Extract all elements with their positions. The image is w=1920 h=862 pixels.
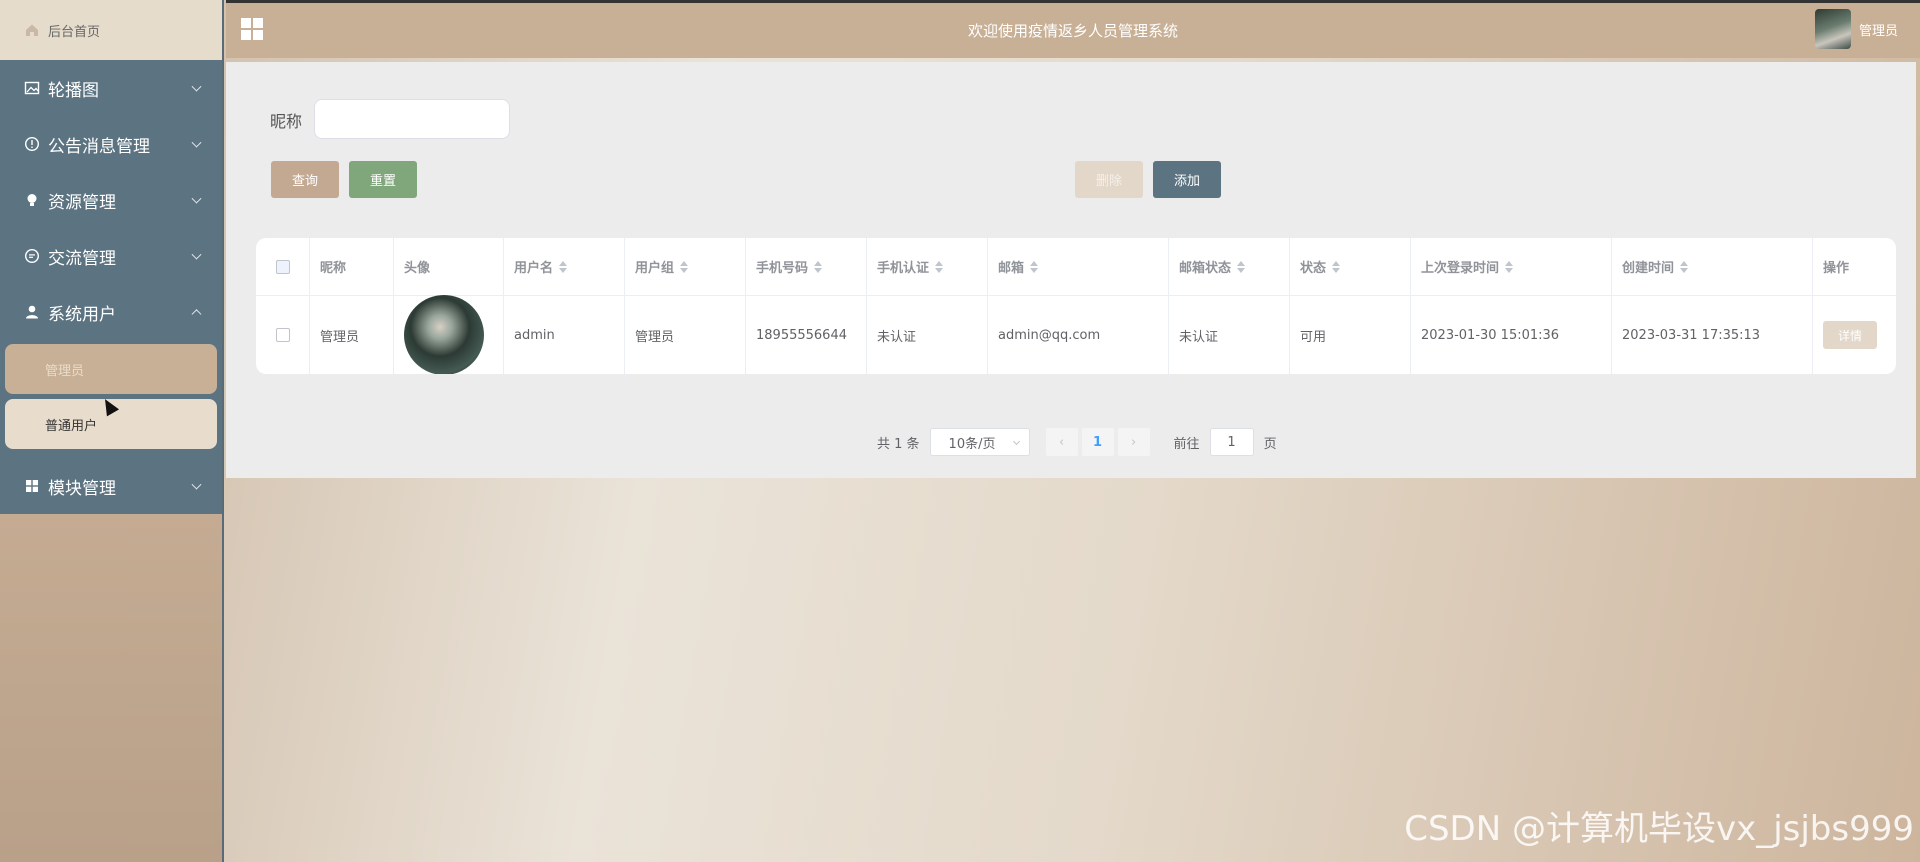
top-header: 欢迎使用疫情返乡人员管理系统 管理员	[226, 0, 1920, 58]
chat-icon	[24, 248, 40, 264]
delete-button[interactable]: 删除	[1075, 161, 1143, 198]
column-header[interactable]: 上次登录时间	[1411, 238, 1612, 295]
cell-group: 管理员	[625, 296, 746, 374]
sidebar-item-modules[interactable]: 模块管理	[0, 458, 222, 514]
sidebar-item-label: 系统用户	[48, 304, 116, 325]
sort-icon[interactable]	[1237, 260, 1246, 273]
select-all-cell	[256, 238, 310, 295]
column-header[interactable]: 用户名	[504, 238, 625, 295]
cell-username: admin	[504, 296, 625, 374]
sidebar-item-label: 轮播图	[48, 80, 99, 101]
sidebar-home-label: 后台首页	[48, 24, 101, 40]
page-number-button[interactable]: 1	[1081, 428, 1114, 456]
sidebar-item-label: 资源管理	[48, 192, 116, 213]
query-button[interactable]: 查询	[271, 161, 339, 198]
page-size-select[interactable]: 10条/页	[929, 428, 1030, 456]
column-header[interactable]: 手机认证	[867, 238, 988, 295]
users-table: 昵称 头像 用户名 用户组 手机号码 手机认证 邮箱 邮箱状态 状态 上次登录时…	[256, 238, 1896, 374]
cell-nickname: 管理员	[310, 296, 394, 374]
sidebar-item-carousel[interactable]: 轮播图	[0, 60, 222, 116]
chevron-down-icon	[191, 479, 202, 490]
watermark: CSDN @计算机毕设vx_jsjbs999	[1404, 809, 1914, 849]
page-title: 欢迎使用疫情返乡人员管理系统	[967, 22, 1178, 40]
total-count: 共 1 条	[877, 436, 920, 452]
sidebar-item-label: 公告消息管理	[48, 136, 150, 157]
column-header: 头像	[394, 238, 504, 295]
column-header[interactable]: 手机号码	[746, 238, 867, 295]
cell-email: admin@qq.com	[988, 296, 1169, 374]
chevron-down-icon	[191, 193, 202, 204]
cell-phone-verify: 未认证	[867, 296, 988, 374]
main-panel: 昵称 查询 重置 删除 添加 昵称 头像 用户名 用户组 手机号码 手机认证 邮…	[226, 62, 1916, 478]
cell-phone: 18955556644	[746, 296, 867, 374]
submenu-item-label: 普通用户	[45, 418, 98, 434]
chevron-up-icon	[191, 309, 202, 320]
cell-email-status: 未认证	[1169, 296, 1290, 374]
table-header-row: 昵称 头像 用户名 用户组 手机号码 手机认证 邮箱 邮箱状态 状态 上次登录时…	[256, 238, 1896, 296]
grid-icon	[24, 478, 40, 494]
sidebar-item-communication[interactable]: 交流管理	[0, 228, 222, 284]
cell-created: 2023-03-31 17:35:13	[1612, 296, 1813, 374]
user-menu[interactable]: 管理员	[1814, 9, 1898, 49]
sort-icon[interactable]	[559, 260, 568, 273]
column-header[interactable]: 创建时间	[1612, 238, 1813, 295]
chevron-down-icon	[191, 249, 202, 260]
reset-button[interactable]: 重置	[349, 161, 417, 198]
sort-icon[interactable]	[1332, 260, 1341, 273]
sidebar-item-resources[interactable]: 资源管理	[0, 172, 222, 228]
row-checkbox[interactable]	[275, 328, 290, 342]
username-label: 管理员	[1858, 23, 1898, 39]
info-circle-icon	[24, 136, 40, 152]
chevron-down-icon	[1012, 437, 1020, 446]
add-button[interactable]: 添加	[1153, 161, 1221, 198]
column-header: 昵称	[310, 238, 394, 295]
avatar	[1814, 9, 1851, 49]
page-buttons: ‹ 1 ›	[1045, 428, 1150, 456]
column-header[interactable]: 邮箱	[988, 238, 1169, 295]
sidebar: 后台首页 轮播图 公告消息管理 资源管理 交流管理 系统用户 管理员 普通用户 …	[0, 0, 224, 862]
detail-button[interactable]: 详情	[1823, 321, 1877, 349]
home-icon	[24, 22, 40, 38]
user-icon	[24, 304, 40, 320]
column-header[interactable]: 用户组	[625, 238, 746, 295]
sidebar-item-announcements[interactable]: 公告消息管理	[0, 116, 222, 172]
sort-icon[interactable]	[814, 260, 823, 273]
table-row: 管理员 admin 管理员 18955556644 未认证 admin@qq.c…	[256, 295, 1896, 374]
column-header[interactable]: 邮箱状态	[1169, 238, 1290, 295]
submenu-item-admin[interactable]: 管理员	[5, 344, 217, 394]
sidebar-item-label: 交流管理	[48, 248, 116, 269]
sort-icon[interactable]	[935, 260, 944, 273]
sidebar-item-system-users[interactable]: 系统用户	[0, 284, 222, 340]
sort-icon[interactable]	[1505, 260, 1514, 273]
prev-page-button[interactable]: ‹	[1045, 428, 1078, 456]
goto-prefix: 前往	[1173, 436, 1200, 452]
row-select-cell	[256, 296, 310, 374]
cell-avatar	[394, 295, 504, 374]
goto-suffix: 页	[1263, 436, 1277, 452]
column-header: 操作	[1823, 261, 1850, 276]
pagination: 共 1 条 10条/页 ‹ 1 › 前往 1 页	[877, 428, 1277, 456]
column-header[interactable]: 状态	[1290, 238, 1411, 295]
sidebar-home-link[interactable]: 后台首页	[0, 0, 222, 60]
chevron-down-icon	[191, 137, 202, 148]
avatar	[404, 295, 484, 374]
search-label: 昵称	[270, 112, 303, 131]
sort-icon[interactable]	[680, 260, 689, 273]
lightbulb-icon	[24, 192, 40, 208]
sort-icon[interactable]	[1030, 260, 1039, 273]
sidebar-item-label: 模块管理	[48, 478, 116, 499]
cell-last-login: 2023-01-30 15:01:36	[1411, 296, 1612, 374]
cell-actions: 详情	[1813, 296, 1896, 374]
next-page-button[interactable]: ›	[1117, 428, 1150, 456]
select-all-checkbox[interactable]	[275, 259, 290, 274]
goto-page-input[interactable]: 1	[1209, 428, 1254, 456]
cell-status: 可用	[1290, 296, 1411, 374]
image-icon	[24, 80, 40, 96]
chevron-down-icon	[191, 81, 202, 92]
nickname-search-input[interactable]	[314, 99, 510, 139]
sort-icon[interactable]	[1680, 260, 1689, 273]
submenu-item-label: 管理员	[45, 363, 85, 379]
